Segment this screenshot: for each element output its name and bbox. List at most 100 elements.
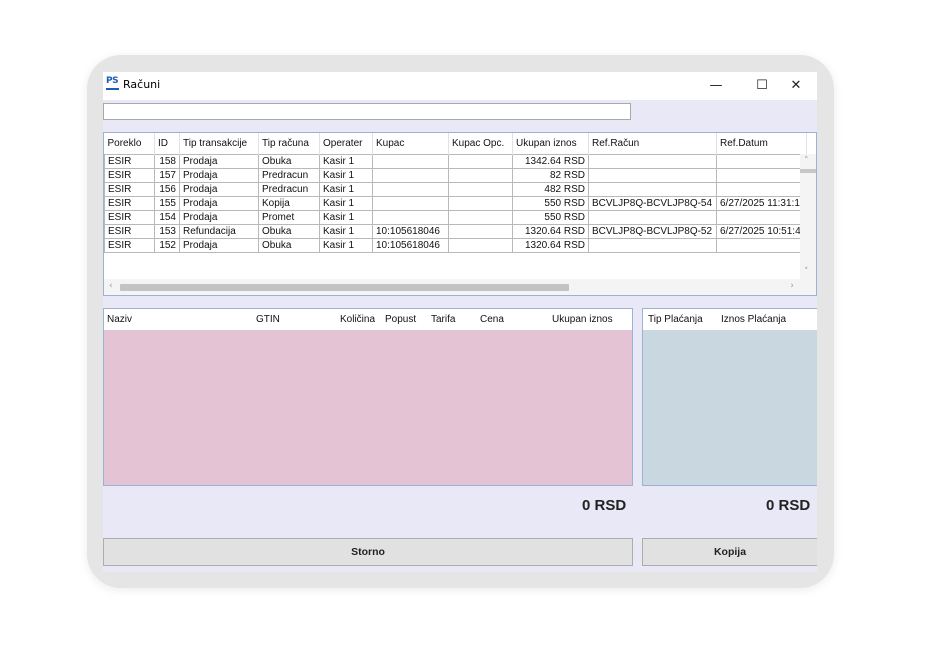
- scroll-left-icon[interactable]: ‹: [109, 281, 113, 291]
- table-cell: 6/27/2025 10:51:4: [716, 223, 807, 239]
- column-header[interactable]: Kupac: [372, 133, 449, 154]
- table-cell: [448, 195, 513, 211]
- table-cell: [448, 167, 513, 183]
- table-cell: [588, 237, 717, 253]
- payments-header-row: Tip Plaćanja Iznos Plaćanja: [643, 309, 817, 330]
- table-cell: 157: [154, 167, 180, 183]
- table-cell: 482 RSD: [512, 181, 589, 197]
- table-cell: [448, 223, 513, 239]
- scroll-down-icon[interactable]: ˅: [804, 267, 809, 277]
- table-cell: 10:105618046: [372, 237, 449, 253]
- storno-button[interactable]: Storno: [103, 538, 633, 566]
- table-cell: Prodaja: [179, 195, 259, 211]
- search-input[interactable]: [103, 103, 631, 120]
- table-row[interactable]: ESIR 154 Prodaja Promet Kasir 1 550 RSD: [104, 209, 807, 225]
- column-header[interactable]: ID: [154, 133, 180, 154]
- table-cell: [588, 181, 717, 197]
- table-cell: BCVLJP8Q-BCVLJP8Q-52: [588, 223, 717, 239]
- table-cell: [588, 153, 717, 169]
- maximize-icon: ☐: [756, 78, 768, 93]
- table-cell: Kopija: [258, 195, 320, 211]
- scroll-up-icon[interactable]: ˄: [804, 156, 809, 166]
- window-title: Računi: [123, 78, 161, 91]
- column-header[interactable]: Tip transakcije: [179, 133, 259, 154]
- table-cell: Prodaja: [179, 167, 259, 183]
- table-cell: Obuka: [258, 223, 320, 239]
- table-cell: BCVLJP8Q-BCVLJP8Q-54: [588, 195, 717, 211]
- column-header[interactable]: Ref.Datum: [716, 133, 807, 154]
- col-kolicina[interactable]: Količina: [340, 314, 375, 325]
- table-cell: Predracun: [258, 167, 320, 183]
- items-header-row: Naziv GTIN Količina Popust Tarifa Cena U…: [104, 309, 632, 330]
- col-gtin[interactable]: GTIN: [256, 314, 280, 325]
- table-cell: [372, 153, 449, 169]
- minimize-button[interactable]: —: [693, 72, 739, 100]
- column-header[interactable]: Ukupan iznos: [512, 133, 589, 154]
- close-button[interactable]: ✕: [773, 72, 817, 100]
- payments-total: 0 RSD: [766, 497, 811, 514]
- ps-app-icon: PS: [106, 76, 119, 92]
- table-cell: Kasir 1: [319, 223, 373, 239]
- table-cell: 1320.64 RSD: [512, 237, 589, 253]
- col-tip-placanja[interactable]: Tip Plaćanja: [648, 314, 703, 325]
- receipts-header-row: Poreklo ID Tip transakcije Tip računa Operat…: [104, 133, 807, 154]
- table-cell: [716, 167, 807, 183]
- table-cell: Kasir 1: [319, 167, 373, 183]
- table-cell: 550 RSD: [512, 209, 589, 225]
- table-row[interactable]: ESIR 156 Prodaja Predracun Kasir 1 482 RSD: [104, 181, 807, 197]
- col-cena[interactable]: Cena: [480, 314, 504, 325]
- title-bar: PS Računi — ☐ ✕: [103, 72, 817, 100]
- table-cell: Predracun: [258, 181, 320, 197]
- col-popust[interactable]: Popust: [385, 314, 416, 325]
- table-row[interactable]: ESIR 153 Refundacija Obuka Kasir 1 10:1056180…: [104, 223, 807, 239]
- table-cell: Kasir 1: [319, 181, 373, 197]
- receipts-grid[interactable]: Poreklo ID Tip transakcije Tip računa Operat…: [103, 132, 817, 296]
- table-cell: [716, 209, 807, 225]
- col-tarifa[interactable]: Tarifa: [431, 314, 455, 325]
- table-row[interactable]: ESIR 158 Prodaja Obuka Kasir 1 1342.64 RSD: [104, 153, 807, 169]
- column-header[interactable]: Ref.Račun: [588, 133, 717, 154]
- table-cell: Obuka: [258, 153, 320, 169]
- col-iznos-placanja[interactable]: Iznos Plaćanja: [721, 314, 786, 325]
- table-cell: [448, 209, 513, 225]
- table-cell: [372, 167, 449, 183]
- table-cell: [716, 237, 807, 253]
- table-row[interactable]: ESIR 152 Prodaja Obuka Kasir 1 10:105618046 13…: [104, 237, 807, 253]
- table-cell: ESIR: [104, 223, 155, 239]
- table-cell: 82 RSD: [512, 167, 589, 183]
- table-row[interactable]: ESIR 157 Prodaja Predracun Kasir 1 82 RSD: [104, 167, 807, 183]
- payments-panel[interactable]: Tip Plaćanja Iznos Plaćanja: [642, 308, 817, 486]
- column-header[interactable]: Kupac Opc.: [448, 133, 513, 154]
- horizontal-scrollbar[interactable]: ‹ ›: [104, 279, 816, 295]
- table-cell: ESIR: [104, 237, 155, 253]
- column-header[interactable]: Operater: [319, 133, 373, 154]
- table-cell: 550 RSD: [512, 195, 589, 211]
- table-cell: Kasir 1: [319, 237, 373, 253]
- table-row[interactable]: ESIR 155 Prodaja Kopija Kasir 1 550 RSD BCVLJP…: [104, 195, 807, 211]
- column-header[interactable]: Tip računa: [258, 133, 320, 154]
- column-header[interactable]: Poreklo: [104, 133, 155, 154]
- table-cell: ESIR: [104, 195, 155, 211]
- table-cell: 1342.64 RSD: [512, 153, 589, 169]
- scroll-right-icon[interactable]: ›: [790, 281, 794, 291]
- table-cell: [588, 209, 717, 225]
- table-cell: ESIR: [104, 209, 155, 225]
- horizontal-scroll-thumb[interactable]: [120, 284, 569, 291]
- table-cell: Prodaja: [179, 181, 259, 197]
- table-cell: 6/27/2025 11:31:1: [716, 195, 807, 211]
- receipt-items-panel[interactable]: Naziv GTIN Količina Popust Tarifa Cena U…: [103, 308, 633, 486]
- kopija-button[interactable]: Kopija: [642, 538, 817, 566]
- table-cell: 1320.64 RSD: [512, 223, 589, 239]
- table-cell: [716, 153, 807, 169]
- table-cell: [448, 237, 513, 253]
- table-cell: Prodaja: [179, 153, 259, 169]
- table-cell: Obuka: [258, 237, 320, 253]
- table-cell: Promet: [258, 209, 320, 225]
- col-naziv[interactable]: Naziv: [107, 314, 132, 325]
- minimize-icon: —: [709, 78, 723, 93]
- table-cell: 158: [154, 153, 180, 169]
- receipts-window: PS Računi — ☐ ✕ Poreklo ID Tip transakcije…: [103, 72, 817, 572]
- vertical-scroll-thumb[interactable]: [800, 169, 816, 173]
- table-cell: Prodaja: [179, 209, 259, 225]
- col-ukupan-iznos[interactable]: Ukupan iznos: [552, 314, 613, 325]
